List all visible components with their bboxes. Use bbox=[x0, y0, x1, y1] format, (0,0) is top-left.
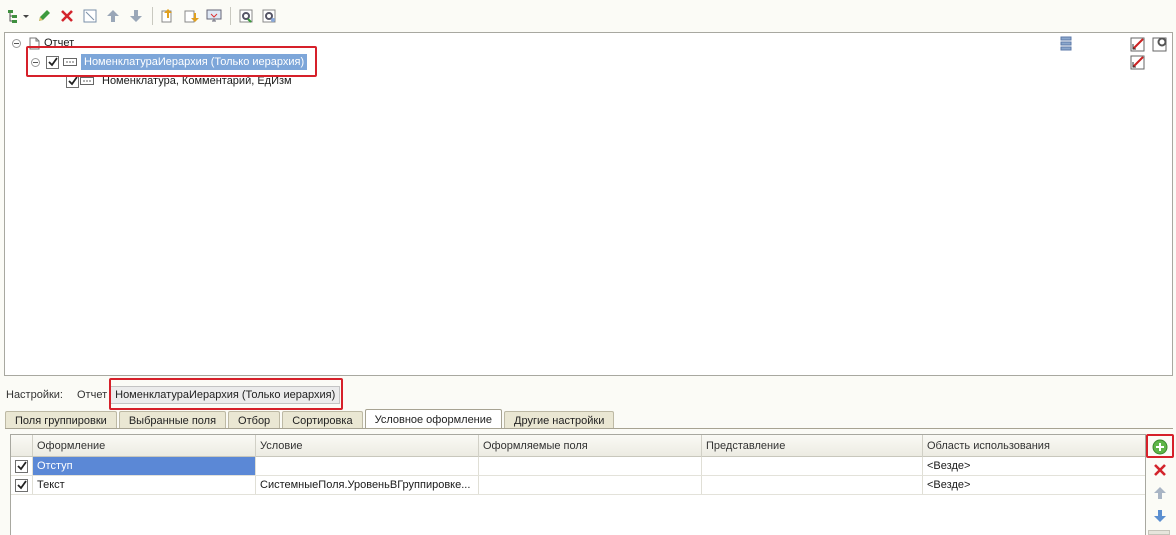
cell-area[interactable]: <Везде> bbox=[923, 457, 1143, 475]
column-header-design[interactable]: Оформление bbox=[33, 435, 256, 457]
arrow-up-icon bbox=[107, 10, 119, 22]
column-header-fields[interactable]: Оформляемые поля bbox=[479, 435, 702, 457]
tab-sorting[interactable]: Сортировка bbox=[282, 411, 363, 429]
arrow-down-icon bbox=[1154, 510, 1166, 522]
cell-presentation[interactable] bbox=[702, 476, 923, 494]
chart-check-icon bbox=[1130, 55, 1145, 70]
column-header-condition[interactable]: Условие bbox=[256, 435, 479, 457]
side-panel-scroll[interactable] bbox=[1148, 530, 1170, 535]
cell-design[interactable]: Текст bbox=[33, 476, 256, 494]
edit-button[interactable] bbox=[33, 5, 55, 27]
breadcrumb-report-link[interactable]: Отчет bbox=[77, 389, 107, 401]
tab-filter[interactable]: Отбор bbox=[228, 411, 281, 429]
move-up-appearance-button[interactable] bbox=[1151, 484, 1169, 502]
pencil-icon bbox=[39, 10, 50, 21]
settings-breadcrumb: Настройки: Отчет НоменклатураИерархия (Т… bbox=[6, 385, 341, 405]
delete-appearance-button[interactable] bbox=[1151, 461, 1169, 479]
breadcrumb-current[interactable]: НоменклатураИерархия (Только иерархия) bbox=[110, 386, 341, 404]
checkmark-icon bbox=[47, 57, 58, 67]
settings-alt-button[interactable] bbox=[258, 5, 280, 27]
plus-circle-icon bbox=[1152, 439, 1168, 455]
group-up-button[interactable] bbox=[157, 5, 179, 27]
toolbar-separator bbox=[230, 7, 231, 25]
cell-area[interactable]: <Везде> bbox=[923, 476, 1143, 494]
conditional-appearance-table[interactable]: Оформление Условие Оформляемые поля Пред… bbox=[10, 434, 1146, 535]
tree-node-detail-label: Номенклатура, Комментарий, ЕдИзм bbox=[102, 75, 292, 87]
chart-settings-button[interactable] bbox=[1129, 35, 1147, 53]
table-row[interactable]: Текст СистемныеПоля.УровеньВГруппировке.… bbox=[11, 476, 1145, 495]
grouping-use-checkbox[interactable] bbox=[46, 55, 59, 69]
tree-node-root[interactable]: Отчет bbox=[12, 35, 74, 51]
gear-search-icon bbox=[262, 9, 276, 23]
group-down-button[interactable] bbox=[180, 5, 202, 27]
tab-other-settings[interactable]: Другие настройки bbox=[504, 411, 615, 429]
cell-design[interactable]: Отступ bbox=[33, 457, 256, 475]
tree-node-detail[interactable]: Номенклатура, Комментарий, ЕдИзм bbox=[66, 73, 292, 89]
tree-node-grouping-label: НоменклатураИерархия (Только иерархия) bbox=[81, 54, 308, 70]
table-row[interactable]: Отступ <Везде> bbox=[11, 457, 1145, 476]
toolbar-separator bbox=[152, 7, 153, 25]
collapse-icon[interactable] bbox=[12, 38, 21, 48]
cell-fields[interactable] bbox=[479, 457, 702, 475]
row-use-checkbox[interactable] bbox=[15, 478, 28, 492]
checkmark-icon bbox=[16, 461, 27, 471]
red-x-icon bbox=[61, 10, 73, 22]
header-check-column bbox=[11, 435, 33, 456]
arrow-down-icon bbox=[130, 10, 142, 22]
checkmark-icon bbox=[16, 480, 27, 490]
properties-button[interactable] bbox=[1151, 35, 1169, 53]
structure-tree[interactable]: Отчет НоменклатураИерархия (Только иерар… bbox=[4, 32, 1173, 376]
settings-button[interactable] bbox=[235, 5, 257, 27]
row-check-cell bbox=[11, 476, 33, 494]
tree-add-icon bbox=[8, 10, 17, 23]
column-header-presentation[interactable]: Представление bbox=[702, 435, 923, 457]
tab-grouping-fields[interactable]: Поля группировки bbox=[5, 411, 117, 429]
tree-node-grouping[interactable]: НоменклатураИерархия (Только иерархия) bbox=[31, 54, 308, 70]
cell-fields[interactable] bbox=[479, 476, 702, 494]
current-item-button[interactable] bbox=[203, 5, 225, 27]
check-box-icon bbox=[83, 9, 97, 23]
move-up-button[interactable] bbox=[102, 5, 124, 27]
toggle-use-button[interactable] bbox=[79, 5, 101, 27]
settings-label: Настройки: bbox=[6, 389, 63, 401]
delete-button[interactable] bbox=[56, 5, 78, 27]
red-x-icon bbox=[1154, 464, 1166, 476]
tab-conditional-appearance[interactable]: Условное оформление bbox=[364, 409, 503, 429]
add-grouping-button[interactable] bbox=[4, 5, 32, 27]
collapse-icon[interactable] bbox=[31, 57, 40, 67]
cell-condition[interactable]: СистемныеПоля.УровеньВГруппировке... bbox=[256, 476, 479, 494]
grouping-options-button[interactable] bbox=[1057, 35, 1075, 53]
tab-baseline bbox=[5, 428, 1173, 429]
cell-presentation[interactable] bbox=[702, 457, 923, 475]
list-settings-icon bbox=[1060, 36, 1072, 51]
row-use-checkbox[interactable] bbox=[15, 459, 28, 473]
table-header: Оформление Условие Оформляемые поля Пред… bbox=[11, 435, 1145, 457]
tree-node-root-label: Отчет bbox=[44, 37, 75, 49]
cell-condition[interactable] bbox=[256, 457, 479, 475]
toolbar bbox=[0, 0, 1176, 32]
chart-check-icon bbox=[1130, 37, 1145, 52]
detail-use-checkbox[interactable] bbox=[66, 74, 79, 88]
monitor-icon bbox=[206, 9, 222, 22]
move-down-appearance-button[interactable] bbox=[1151, 507, 1169, 525]
arrow-up-icon bbox=[1154, 487, 1166, 499]
tab-selected-fields[interactable]: Выбранные поля bbox=[118, 411, 227, 429]
level-up-icon bbox=[161, 9, 172, 23]
level-down-icon bbox=[184, 10, 199, 23]
document-icon bbox=[29, 37, 40, 50]
grouping-icon bbox=[63, 57, 79, 67]
dropdown-arrow-icon bbox=[23, 15, 29, 18]
move-down-button[interactable] bbox=[125, 5, 147, 27]
column-header-area[interactable]: Область использования bbox=[923, 435, 1143, 457]
row-check-cell bbox=[11, 457, 33, 475]
detail-records-icon bbox=[80, 76, 96, 86]
gear-icon bbox=[1152, 37, 1167, 52]
checkmark-icon bbox=[67, 76, 78, 86]
chart-settings-button-2[interactable] bbox=[1129, 53, 1147, 71]
gear-icon bbox=[239, 9, 253, 23]
settings-tabs: Поля группировки Выбранные поля Отбор Со… bbox=[5, 409, 616, 429]
add-appearance-button[interactable] bbox=[1151, 438, 1169, 456]
